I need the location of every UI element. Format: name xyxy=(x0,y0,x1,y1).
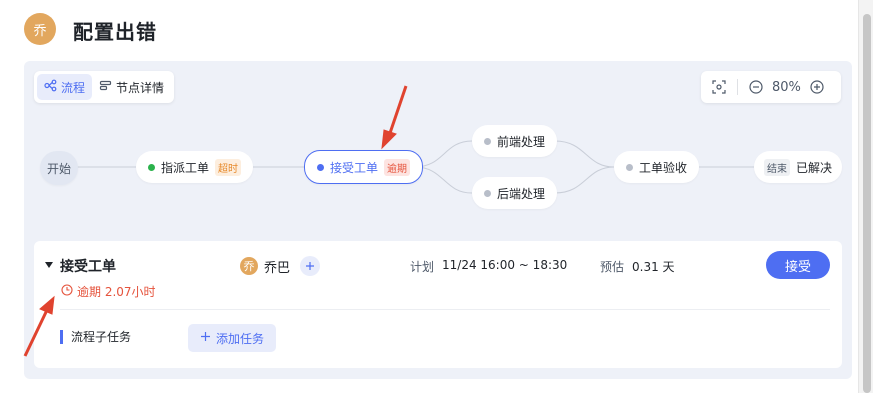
accept-button[interactable]: 接受 xyxy=(766,251,830,279)
tab-flow[interactable]: 流程 xyxy=(37,74,93,100)
divider xyxy=(60,309,830,310)
assignee-name: 乔巴 xyxy=(264,260,291,276)
collapse-caret-icon[interactable] xyxy=(45,262,53,268)
flow-node-start-label: 开始 xyxy=(46,161,71,176)
zoom-level: 80% xyxy=(772,79,801,95)
plan-time: 计划 11/24 16:00 ~ 18:30 xyxy=(410,258,567,275)
flow-node-backend[interactable]: 后端处理 xyxy=(472,177,558,209)
add-assignee-button[interactable] xyxy=(300,256,321,276)
status-dot xyxy=(626,163,633,171)
flow-node-label: 指派工单 xyxy=(161,160,210,175)
flow-node-label: 已解决 xyxy=(796,160,833,175)
flow-node-assign[interactable]: 指派工单 超时 xyxy=(136,151,254,183)
connector-frontend-check xyxy=(554,140,615,168)
list-detail-icon xyxy=(99,79,112,95)
plus-icon xyxy=(306,262,315,270)
overdue-tag: 逾期 xyxy=(384,158,411,176)
page-title: 配置出错 xyxy=(73,20,157,44)
connector-accept-backend xyxy=(414,166,473,194)
page: 乔 配置出错 流程 节点详情 80% 开始 指派工单 超时 接受工单 逾期 前端… xyxy=(0,0,873,393)
plan-value: 11/24 16:00 ~ 18:30 xyxy=(442,258,568,272)
scrollbar-thumb[interactable] xyxy=(863,14,871,393)
status-dot xyxy=(484,189,491,197)
node-detail-card: 接受工单 逾期 2.07小时 乔 乔巴 计划 11/24 16:00 ~ 18:… xyxy=(34,241,842,368)
overdue-text: 逾期 2.07小时 xyxy=(77,285,156,299)
estimate-label: 预估 xyxy=(600,260,625,274)
flow-node-label: 工单验收 xyxy=(639,160,688,175)
connector-accept-frontend xyxy=(414,140,473,168)
fit-view-icon[interactable] xyxy=(711,79,727,95)
timeout-tag: 超时 xyxy=(215,158,242,176)
flow-node-check[interactable]: 工单验收 xyxy=(614,151,700,183)
clock-icon xyxy=(61,284,73,299)
task-title: 接受工单 xyxy=(60,259,116,275)
subtask-section-label: 流程子任务 xyxy=(60,330,131,344)
flow-node-accept[interactable]: 接受工单 逾期 xyxy=(304,150,424,184)
divider xyxy=(737,79,738,95)
flow-node-frontend[interactable]: 前端处理 xyxy=(472,125,558,157)
end-tag: 结束 xyxy=(764,158,790,176)
assignee-avatar: 乔 xyxy=(240,257,258,275)
status-dot xyxy=(317,163,324,171)
assignee: 乔 乔巴 xyxy=(240,256,321,276)
status-dot xyxy=(148,163,155,171)
flow-node-start[interactable]: 开始 xyxy=(40,151,78,185)
flow-node-label: 前端处理 xyxy=(497,134,546,149)
add-task-button[interactable]: 添加任务 xyxy=(188,324,277,352)
flow-node-label: 后端处理 xyxy=(497,186,546,201)
flow-node-end[interactable]: 结束 已解决 xyxy=(754,151,843,183)
status-dot xyxy=(484,137,491,145)
zoom-in-icon[interactable] xyxy=(809,79,825,95)
tab-flow-label: 流程 xyxy=(61,80,86,95)
tab-node-detail-label: 节点详情 xyxy=(116,80,165,95)
plan-label: 计划 xyxy=(410,260,435,274)
plus-icon xyxy=(200,331,211,345)
flow-node-label: 接受工单 xyxy=(330,160,379,175)
estimate-value: 0.31 天 xyxy=(632,260,675,274)
overdue-status: 逾期 2.07小时 xyxy=(61,283,156,300)
avatar: 乔 xyxy=(24,13,56,45)
zoom-controls: 80% xyxy=(701,71,841,103)
add-task-label: 添加任务 xyxy=(216,331,265,346)
connector-backend-check xyxy=(554,166,615,194)
tab-node-detail[interactable]: 节点详情 xyxy=(92,74,171,100)
scrollbar[interactable] xyxy=(858,0,873,393)
view-switch: 流程 节点详情 xyxy=(34,71,175,103)
flow-icon xyxy=(44,79,57,95)
zoom-out-icon[interactable] xyxy=(748,79,764,95)
estimate: 预估 0.31 天 xyxy=(600,258,675,275)
